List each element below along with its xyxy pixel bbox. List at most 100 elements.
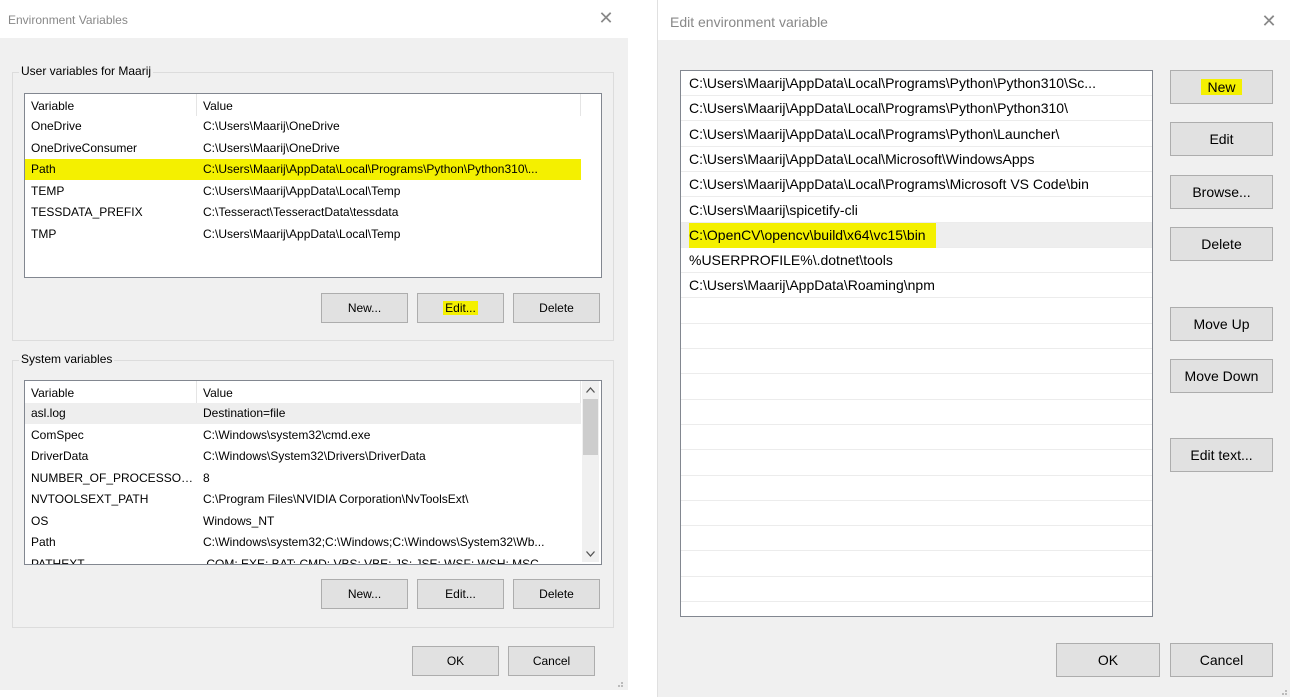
edit-text-button[interactable]: Edit text... — [1170, 438, 1273, 472]
list-item[interactable]: %USERPROFILE%\.dotnet\tools — [681, 248, 1152, 274]
variable-value-cell: C:\Users\Maarij\AppData\Local\Temp — [203, 226, 401, 241]
list-item[interactable]: C:\Users\Maarij\AppData\Local\Programs\M… — [681, 172, 1152, 198]
path-entry-text: C:\Users\Maarij\spicetify-cli — [689, 201, 858, 218]
path-entries-list[interactable]: C:\Users\Maarij\AppData\Local\Programs\P… — [680, 70, 1153, 617]
list-item[interactable] — [681, 476, 1152, 501]
variable-name-cell: OneDrive — [31, 119, 82, 133]
table-row[interactable]: NUMBER_OF_PROCESSORS 8 — [25, 468, 581, 489]
system-edit-button[interactable]: Edit... — [417, 579, 504, 609]
new-entry-button[interactable]: New — [1170, 70, 1273, 104]
variable-value-cell: C:\Program Files\NVIDIA Corporation\NvTo… — [203, 492, 469, 506]
move-up-button[interactable]: Move Up — [1170, 307, 1273, 341]
column-header-value[interactable]: Value — [197, 94, 581, 116]
table-row[interactable]: OneDrive C:\Users\Maarij\OneDrive — [25, 116, 581, 137]
list-item[interactable] — [681, 425, 1152, 451]
chevron-up-icon[interactable] — [582, 381, 599, 398]
close-icon[interactable]: ✕ — [597, 9, 615, 27]
user-delete-button[interactable]: Delete — [513, 293, 600, 323]
list-item[interactable] — [681, 451, 1152, 476]
button-label: Move Down — [1184, 368, 1259, 384]
table-row[interactable]: PATHEXT .COM;.EXE;.BAT;.CMD;.VBS;.VBE;.JS… — [25, 554, 581, 565]
dialog-title: Environment Variables — [8, 13, 128, 27]
list-item[interactable] — [681, 526, 1152, 552]
button-label: OK — [446, 654, 465, 668]
list-item[interactable] — [681, 552, 1152, 577]
variable-value-cell: .COM;.EXE;.BAT;.CMD;.VBS;.VBE;.JS;.JSE;.… — [203, 556, 539, 565]
move-down-button[interactable]: Move Down — [1170, 359, 1273, 393]
list-item[interactable]: C:\OpenCV\opencv\build\x64\vc15\bin — [681, 222, 1152, 248]
list-item[interactable]: C:\Users\Maarij\AppData\Local\Microsoft\… — [681, 147, 1152, 172]
list-item[interactable]: C:\Users\Maarij\AppData\Local\Programs\P… — [681, 122, 1152, 147]
system-delete-button[interactable]: Delete — [513, 579, 600, 609]
variable-name-cell: DriverData — [31, 449, 89, 463]
variable-name-cell: NUMBER_OF_PROCESSORS — [31, 470, 197, 485]
table-row[interactable]: TMP C:\Users\Maarij\AppData\Local\Temp — [25, 224, 581, 245]
list-item[interactable] — [681, 299, 1152, 324]
edit-entry-button[interactable]: Edit — [1170, 122, 1273, 156]
variable-value-cell: 8 — [203, 470, 210, 485]
scrollbar-thumb[interactable] — [583, 399, 598, 455]
list-item[interactable]: C:\Users\Maarij\AppData\Local\Programs\P… — [681, 71, 1152, 96]
cancel-button[interactable]: Cancel — [508, 646, 595, 676]
list-item[interactable]: C:\Users\Maarij\AppData\Local\Programs\P… — [681, 96, 1152, 122]
path-entry-text: C:\Users\Maarij\AppData\Local\Programs\P… — [689, 75, 1096, 91]
path-entry-text: C:\Users\Maarij\AppData\Roaming\npm — [689, 277, 935, 294]
system-variables-list[interactable]: Variable Value asl.log Destination=file Co… — [24, 380, 602, 565]
button-label: Edit... — [445, 587, 476, 601]
user-edit-button[interactable]: Edit... — [417, 293, 504, 323]
button-label: Delete — [539, 587, 574, 601]
chevron-down-icon[interactable] — [582, 545, 599, 562]
delete-entry-button[interactable]: Delete — [1170, 227, 1273, 261]
system-list-scrollbar[interactable] — [582, 381, 599, 562]
button-label: Cancel — [532, 654, 571, 668]
table-row[interactable]: TESSDATA_PREFIX C:\Tesseract\TesseractDat… — [25, 202, 581, 223]
button-label: New... — [347, 301, 382, 315]
button-label: Edit text... — [1190, 447, 1253, 463]
table-row[interactable]: ComSpec C:\Windows\system32\cmd.exe — [25, 425, 581, 446]
list-item[interactable] — [681, 349, 1152, 375]
user-new-button[interactable]: New... — [321, 293, 408, 323]
table-row[interactable]: asl.log Destination=file — [25, 403, 581, 424]
variable-name-cell: Path — [25, 159, 197, 180]
list-item[interactable]: C:\Users\Maarij\AppData\Roaming\npm — [681, 273, 1152, 299]
variable-value-cell: C:\Tesseract\TesseractData\tessdata — [203, 205, 399, 219]
system-new-button[interactable]: New... — [321, 579, 408, 609]
column-header-value[interactable]: Value — [197, 381, 581, 403]
table-row[interactable]: TEMP C:\Users\Maarij\AppData\Local\Temp — [25, 181, 581, 202]
close-icon[interactable]: ✕ — [1260, 12, 1278, 30]
system-variables-label: System variables — [19, 352, 115, 366]
user-variables-label: User variables for Maarij — [19, 64, 154, 78]
list-item[interactable] — [681, 400, 1152, 425]
variable-name-cell: NVTOOLSEXT_PATH — [31, 492, 149, 506]
resize-grip-icon[interactable] — [1278, 686, 1288, 696]
variable-value-cell: Windows_NT — [203, 513, 275, 528]
table-row[interactable]: OS Windows_NT — [25, 511, 581, 532]
table-row[interactable]: NVTOOLSEXT_PATH C:\Program Files\NVIDIA C… — [25, 489, 581, 510]
variable-name-cell: ComSpec — [31, 427, 84, 442]
button-label: Browse... — [1192, 184, 1251, 200]
list-item[interactable] — [681, 324, 1152, 349]
table-row[interactable]: Path C:\Users\Maarij\AppData\Local\Progra… — [25, 159, 581, 180]
list-item[interactable]: C:\Users\Maarij\spicetify-cli — [681, 198, 1152, 223]
variable-name-cell: PATHEXT — [31, 556, 85, 565]
table-row[interactable]: Path C:\Windows\system32;C:\Windows;C:\Wi… — [25, 532, 581, 553]
cancel-button[interactable]: Cancel — [1170, 643, 1273, 677]
browse-button[interactable]: Browse... — [1170, 175, 1273, 209]
title-bar: Edit environment variable ✕ — [658, 0, 1290, 40]
user-variables-list[interactable]: Variable Value OneDrive C:\Users\Maarij\O… — [24, 93, 602, 278]
list-item[interactable] — [681, 375, 1152, 400]
column-header-variable[interactable]: Variable — [25, 381, 197, 403]
variable-name-cell: OneDriveConsumer — [31, 140, 138, 155]
ok-button[interactable]: OK — [412, 646, 499, 676]
column-header-variable[interactable]: Variable — [25, 94, 197, 116]
list-item[interactable] — [681, 577, 1152, 602]
resize-grip-icon[interactable] — [614, 678, 624, 688]
list-item[interactable] — [681, 501, 1152, 527]
ok-button[interactable]: OK — [1056, 643, 1160, 677]
table-row[interactable]: DriverData C:\Windows\System32\Drivers\Dr… — [25, 446, 581, 467]
variable-value-cell: C:\Windows\System32\Drivers\DriverData — [203, 449, 426, 463]
button-label: New — [1201, 79, 1242, 95]
table-row[interactable]: OneDriveConsumer C:\Users\Maarij\OneDrive — [25, 138, 581, 159]
variable-name-cell: OS — [31, 513, 49, 528]
path-entry-text: C:\OpenCV\opencv\build\x64\vc15\bin — [689, 222, 936, 248]
